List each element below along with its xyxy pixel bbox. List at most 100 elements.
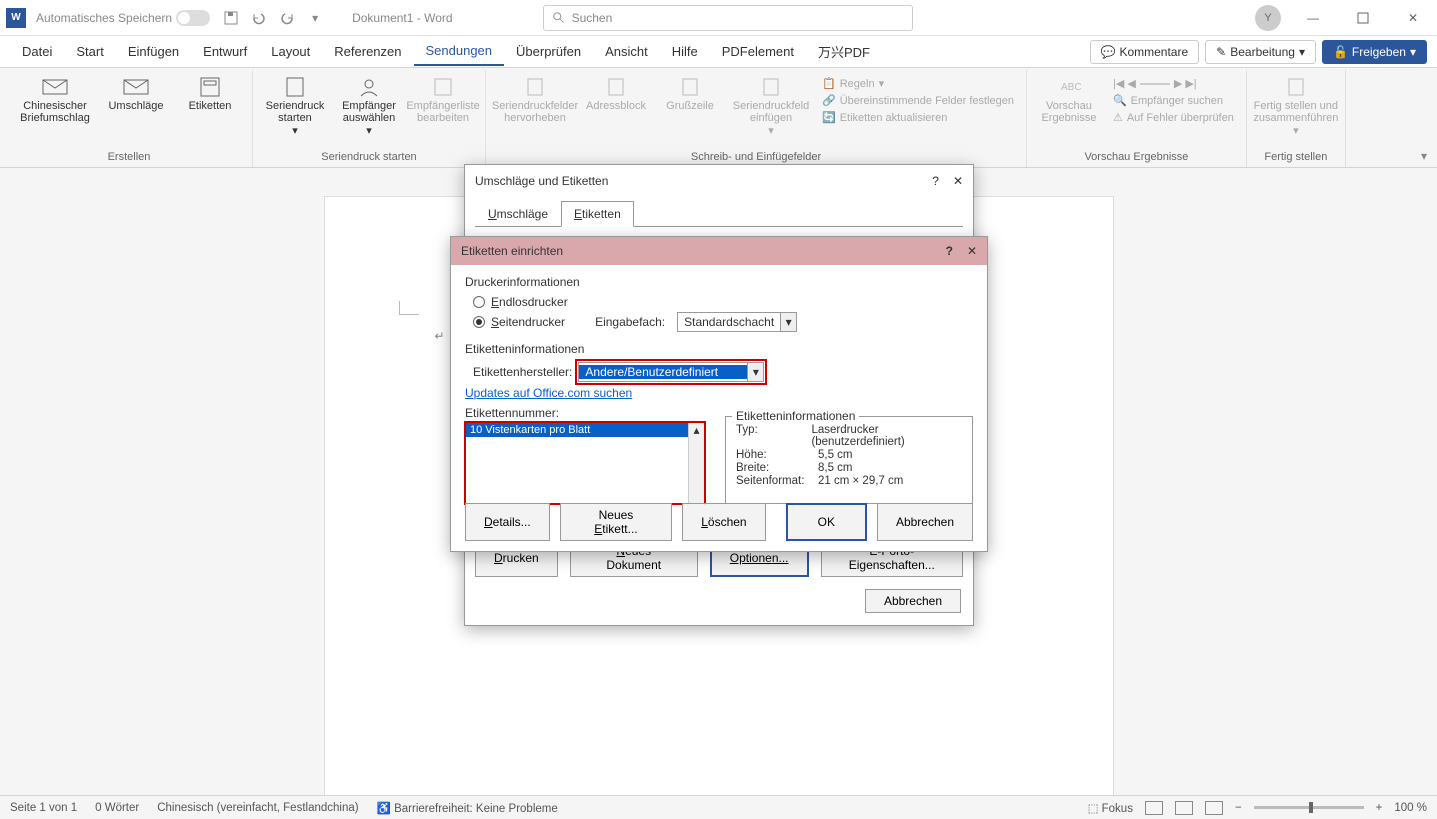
loeschen-button[interactable]: Löschen (682, 503, 765, 541)
dialog1-close-icon[interactable]: ✕ (953, 174, 963, 188)
ribbon-tabs: Datei Start Einfügen Entwurf Layout Refe… (0, 36, 1437, 68)
tab-hilfe[interactable]: Hilfe (660, 38, 710, 65)
grusszeile-button: Grußzeile (656, 72, 724, 112)
view-print-icon[interactable] (1175, 801, 1193, 815)
fokus-button[interactable]: ⬚ Fokus (1088, 801, 1133, 815)
ok-button[interactable]: OK (786, 503, 867, 541)
tab-datei[interactable]: Datei (10, 38, 64, 65)
record-nav: |◀ ◀ ▶ ▶| (1109, 76, 1238, 91)
fertig-stellen-button: Fertig stellen und zusammenführen ▾ (1255, 72, 1337, 137)
word-count[interactable]: 0 Wörter (95, 802, 139, 814)
search-input[interactable]: Suchen (543, 5, 913, 31)
margin-marker (399, 301, 419, 315)
zoom-level[interactable]: 100 % (1394, 802, 1427, 814)
felder-festlegen-button: 🔗 Übereinstimmende Felder festlegen (818, 93, 1018, 108)
umschlaege-button[interactable]: Umschläge (102, 72, 170, 112)
dialog1-help-icon[interactable]: ? (932, 174, 939, 188)
tab-einfuegen[interactable]: Einfügen (116, 38, 191, 65)
etiketteninfo-label: Etiketteninformationen (465, 342, 973, 356)
save-icon[interactable] (220, 7, 242, 29)
seriendruck-starten-button[interactable]: Seriendruck starten ▾ (261, 72, 329, 137)
group-label-fertig: Fertig stellen (1264, 149, 1327, 165)
hersteller-label: Etikettenhersteller: (473, 365, 572, 379)
dialog2-help-icon[interactable]: ? (946, 244, 953, 258)
empfaengerliste-bearbeiten-button: Empfängerliste bearbeiten (409, 72, 477, 124)
autosave-label: Automatisches Speichern (36, 11, 172, 25)
seriendruckfeld-einfuegen-button: Seriendruckfeld einfügen ▾ (730, 72, 812, 137)
redo-icon[interactable] (276, 7, 298, 29)
etiketten-aktualisieren-button: 🔄 Etiketten aktualisieren (818, 110, 1018, 125)
language-indicator[interactable]: Chinesisch (vereinfacht, Festlandchina) (157, 802, 358, 814)
view-web-icon[interactable] (1205, 801, 1223, 815)
group-label-seriendruck: Seriendruck starten (321, 149, 416, 165)
zoom-in-button[interactable]: + (1376, 802, 1383, 814)
chevron-down-icon[interactable]: ▾ (780, 313, 796, 331)
statusbar: Seite 1 von 1 0 Wörter Chinesisch (verei… (0, 795, 1437, 819)
chevron-down-icon[interactable]: ▾ (747, 363, 763, 381)
group-label-vorschau: Vorschau Ergebnisse (1084, 149, 1188, 165)
eingabefach-label: Eingabefach: (595, 315, 665, 329)
paragraph-mark: ↵ (435, 329, 445, 343)
dialog2-close-icon[interactable]: ✕ (967, 244, 977, 258)
page-indicator[interactable]: Seite 1 von 1 (10, 802, 77, 814)
updates-link[interactable]: Updates auf Office.com suchen (465, 386, 632, 400)
dialog1-tab-umschlaege[interactable]: Umschläge (475, 201, 561, 227)
hersteller-combo[interactable]: Andere/Benutzerdefiniert ▾ (578, 362, 764, 382)
etikettennummer-listbox[interactable]: 10 Vistenkarten pro Blatt ▴ (465, 422, 705, 504)
search-placeholder: Suchen (572, 11, 613, 25)
tab-sendungen[interactable]: Sendungen (414, 37, 505, 66)
qat-dropdown-icon[interactable]: ▾ (304, 7, 326, 29)
svg-text:ABC: ABC (1061, 82, 1081, 93)
eingabefach-combo[interactable]: Standardschacht ▾ (677, 312, 797, 332)
autosave-toggle[interactable] (176, 10, 210, 26)
tab-wanxingpdf[interactable]: 万兴PDF (806, 36, 882, 67)
group-fertig: Fertig stellen und zusammenführen ▾ Fert… (1247, 70, 1346, 167)
close-button[interactable]: ✕ (1395, 6, 1431, 30)
dialog2-title: Etiketten einrichten (461, 244, 563, 258)
endlosdrucker-radio[interactable]: Endlosdrucker (473, 295, 973, 309)
minimize-button[interactable]: — (1295, 6, 1331, 30)
dialog1-abbrechen-button[interactable]: Abbrechen (865, 589, 961, 613)
undo-icon[interactable] (248, 7, 270, 29)
dialog1-tab-etiketten[interactable]: Etiketten (561, 201, 634, 227)
accessibility-indicator[interactable]: ♿ Barrierefreiheit: Keine Probleme (377, 801, 558, 815)
neues-etikett-button[interactable]: Neues Etikett... (560, 503, 673, 541)
freigeben-button[interactable]: 🔓 Freigeben ▾ (1322, 40, 1427, 64)
empfaenger-auswaehlen-button[interactable]: Empfänger auswählen ▾ (335, 72, 403, 137)
tab-ansicht[interactable]: Ansicht (593, 38, 660, 65)
chinesischer-briefumschlag-button[interactable]: Chinesischer Briefumschlag (14, 72, 96, 124)
zoom-slider[interactable] (1254, 806, 1364, 809)
search-icon (552, 11, 566, 25)
tab-layout[interactable]: Layout (259, 38, 322, 65)
adressblock-button: Adressblock (582, 72, 650, 112)
bearbeitung-button[interactable]: ✎ Bearbeitung ▾ (1205, 40, 1316, 64)
scrollbar[interactable]: ▴ (688, 423, 704, 503)
druckerinfo-label: Druckerinformationen (465, 275, 973, 289)
tab-start[interactable]: Start (64, 38, 115, 65)
view-read-icon[interactable] (1145, 801, 1163, 815)
group-erstellen: Chinesischer Briefumschlag Umschläge Eti… (6, 70, 253, 167)
maximize-button[interactable] (1345, 6, 1381, 30)
group-label-felder: Schreib- und Einfügefelder (691, 149, 821, 165)
tab-ueberpruefen[interactable]: Überprüfen (504, 38, 593, 65)
details-button[interactable]: Details... (465, 503, 550, 541)
group-felder: Seriendruckfelder hervorheben Adressbloc… (486, 70, 1027, 167)
etiketten-button[interactable]: Etiketten (176, 72, 244, 112)
tab-referenzen[interactable]: Referenzen (322, 38, 413, 65)
tab-pdfelement[interactable]: PDFelement (710, 38, 806, 65)
vorschau-ergebnisse-button: ABCVorschau Ergebnisse (1035, 72, 1103, 124)
document-title: Dokument1 - Word (352, 11, 452, 25)
kommentare-button[interactable]: 💬 Kommentare (1090, 40, 1200, 64)
group-seriendruck-starten: Seriendruck starten ▾ Empfänger auswähle… (253, 70, 486, 167)
seitendrucker-radio[interactable]: Seitendrucker Eingabefach: Standardschac… (473, 312, 973, 332)
tab-entwurf[interactable]: Entwurf (191, 38, 259, 65)
dialog1-titlebar: Umschläge und Etiketten ? ✕ (465, 165, 973, 197)
zoom-out-button[interactable]: − (1235, 802, 1242, 814)
etiketteninfo-panel: Etiketteninformationen Typ:Laserdrucker … (725, 416, 973, 504)
ribbon-body: Chinesischer Briefumschlag Umschläge Eti… (0, 68, 1437, 168)
dialog1-title: Umschläge und Etiketten (475, 174, 608, 188)
dialog2-abbrechen-button[interactable]: Abbrechen (877, 503, 973, 541)
user-avatar[interactable]: Y (1255, 5, 1281, 31)
list-item[interactable]: 10 Vistenkarten pro Blatt (466, 423, 704, 437)
group-vorschau: ABCVorschau Ergebnisse |◀ ◀ ▶ ▶| 🔍 Empfä… (1027, 70, 1247, 167)
